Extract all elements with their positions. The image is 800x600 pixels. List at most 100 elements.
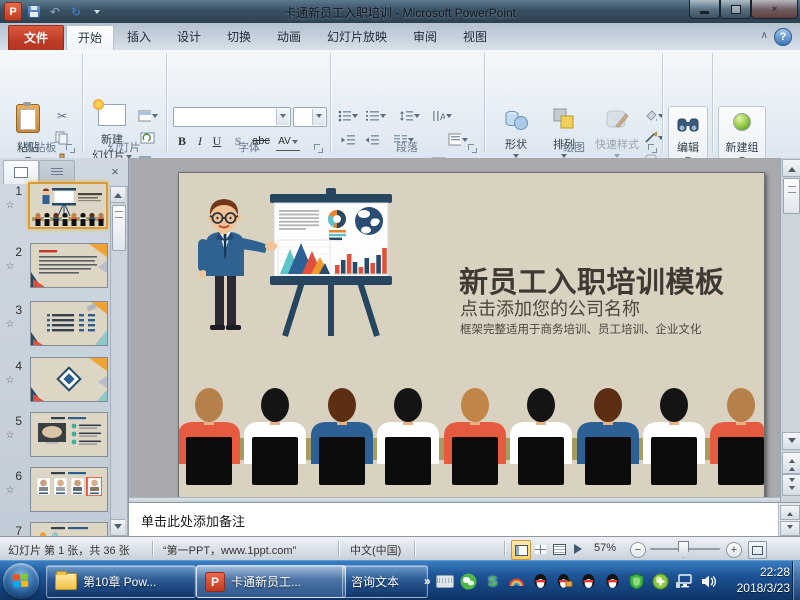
tab-animations[interactable]: 动画 <box>266 25 312 49</box>
scrollbar-thumb[interactable] <box>783 178 800 214</box>
scroll-up-button[interactable] <box>782 159 800 177</box>
slide-thumbnail-7[interactable] <box>30 522 108 536</box>
tab-insert[interactable]: 插入 <box>116 25 162 49</box>
normal-view-button[interactable] <box>511 540 531 560</box>
save-button[interactable] <box>25 3 43 20</box>
qq-briefcase-icon[interactable] <box>556 572 574 590</box>
reading-view-button[interactable] <box>550 540 568 558</box>
restore-button[interactable] <box>720 0 751 19</box>
close-pane-button[interactable]: × <box>106 162 124 180</box>
slide-caption[interactable]: 框架完整适用于商务培训、员工培训、企业文化 <box>460 321 702 337</box>
paste-button[interactable]: 粘贴 <box>8 104 48 164</box>
chevron-down-icon <box>446 114 452 121</box>
scroll-down-button[interactable] <box>782 432 800 450</box>
taskbar-item-text[interactable]: 咨询文本 <box>342 565 428 598</box>
slide-subtitle[interactable]: 点击添加您的公司名称 <box>460 295 640 321</box>
paragraph-dialog-launcher[interactable] <box>468 144 478 154</box>
scrollbar-thumb[interactable] <box>112 205 126 251</box>
start-button[interactable] <box>3 563 39 599</box>
next-slide-button[interactable] <box>782 474 800 496</box>
taskbar-item-folder[interactable]: 第10章 Pow... <box>46 565 196 598</box>
slide-thumbnail-6[interactable] <box>30 467 108 512</box>
tab-file[interactable]: 文件 <box>8 25 64 51</box>
wechat-icon[interactable] <box>460 572 478 590</box>
zoom-level[interactable]: 57% <box>594 542 616 554</box>
slides-pane-tab[interactable] <box>3 160 39 184</box>
fit-slide-button[interactable] <box>748 541 767 559</box>
slide-editor[interactable]: 新员工入职培训模板 点击添加您的公司名称 框架完整适用于商务培训、员工培训、企业… <box>129 158 780 497</box>
close-button[interactable]: × <box>751 0 798 19</box>
font-name-combo[interactable] <box>173 107 291 127</box>
font-size-combo[interactable] <box>293 107 327 127</box>
green-orb-plus-icon[interactable] <box>652 572 670 590</box>
tab-slideshow[interactable]: 幻灯片放映 <box>316 25 398 49</box>
show-desktop-button[interactable] <box>792 561 800 600</box>
text-direction-button[interactable]: A <box>432 106 452 125</box>
notes-scrollbar[interactable] <box>778 502 800 537</box>
redo-button[interactable]: ↻ <box>67 3 85 20</box>
bullets-button[interactable] <box>338 106 358 125</box>
editor-scrollbar[interactable] <box>780 158 800 503</box>
taskbar-item-powerpoint[interactable]: P 卡通新员工... <box>196 565 346 598</box>
slideshow-button[interactable] <box>569 540 587 558</box>
scroll-up-button[interactable] <box>111 187 125 203</box>
minimize-ribbon-button[interactable]: ∧ <box>761 30 768 41</box>
animation-star-icon[interactable]: ☆ <box>0 261 20 272</box>
previous-slide-button[interactable] <box>782 452 800 474</box>
cut-button[interactable]: ✂ <box>52 106 72 125</box>
qq-icon[interactable] <box>580 572 598 590</box>
qq-icon[interactable] <box>604 572 622 590</box>
tab-design[interactable]: 设计 <box>166 25 212 49</box>
speaker-icon[interactable] <box>700 572 718 590</box>
clipboard-dialog-launcher[interactable] <box>66 144 76 154</box>
animation-star-icon[interactable]: ☆ <box>0 375 20 386</box>
animation-star-icon[interactable]: ☆ <box>0 430 20 441</box>
tab-review[interactable]: 审阅 <box>402 25 448 49</box>
notes-pane[interactable]: 单击此处添加备注 <box>129 502 778 537</box>
animation-star-icon[interactable]: ☆ <box>0 319 20 330</box>
outline-pane-tab[interactable] <box>39 160 75 184</box>
group-label-paragraph: 段落 <box>332 139 482 155</box>
scroll-down-button[interactable] <box>780 521 800 536</box>
tray-overflow-button[interactable]: » <box>424 574 431 588</box>
help-button[interactable]: ? <box>774 28 792 46</box>
group-label-drawing: 绘图 <box>486 139 662 155</box>
tab-view[interactable]: 视图 <box>452 25 498 49</box>
tab-home[interactable]: 开始 <box>66 25 114 50</box>
slide-thumbnail-5[interactable] <box>30 412 108 457</box>
language-indicator[interactable]: 中文(中国) <box>350 542 401 558</box>
input-method-keyboard-icon[interactable] <box>436 572 454 590</box>
slide-thumbnail-2[interactable] <box>30 243 108 288</box>
tab-transitions[interactable]: 切换 <box>216 25 262 49</box>
zoom-in-button[interactable]: + <box>726 542 742 558</box>
zoom-out-button[interactable]: − <box>630 542 646 558</box>
font-dialog-launcher[interactable] <box>314 144 324 154</box>
slide-layout-button[interactable] <box>138 106 158 125</box>
scroll-down-button[interactable] <box>111 519 125 535</box>
thumbnail-scrollbar[interactable] <box>110 186 128 536</box>
undo-button[interactable]: ↶ <box>46 3 64 20</box>
thumbnail-number: 6 <box>2 469 22 483</box>
antivirus-shield-icon[interactable] <box>628 572 646 590</box>
taskbar-clock[interactable]: 22:28 2018/3/23 <box>737 564 790 596</box>
slide-thumbnail-4[interactable] <box>30 357 108 402</box>
numbering-button[interactable] <box>366 106 386 125</box>
slide-thumbnail-1[interactable] <box>28 182 108 229</box>
slide-thumbnail-3[interactable] <box>30 301 108 346</box>
line-spacing-button[interactable] <box>400 106 420 125</box>
slide-sorter-button[interactable] <box>531 540 549 558</box>
animation-star-icon[interactable]: ☆ <box>0 485 20 496</box>
sogou-icon[interactable]: S <box>484 572 502 590</box>
scroll-up-button[interactable] <box>780 505 800 520</box>
rainbow-icon[interactable] <box>508 572 526 590</box>
qq-icon[interactable] <box>532 572 550 590</box>
shape-fill-button[interactable] <box>644 106 664 125</box>
network-icon[interactable] <box>676 572 694 590</box>
slide-canvas[interactable]: 新员工入职培训模板 点击添加您的公司名称 框架完整适用于商务培训、员工培训、企业… <box>178 172 765 497</box>
animation-star-icon[interactable]: ☆ <box>0 200 20 211</box>
drawing-dialog-launcher[interactable] <box>648 144 658 154</box>
customize-qat-button[interactable] <box>88 3 106 20</box>
app-menu-button[interactable]: P <box>4 3 22 20</box>
minimize-button[interactable] <box>689 0 720 19</box>
zoom-slider-thumb[interactable] <box>678 541 689 558</box>
